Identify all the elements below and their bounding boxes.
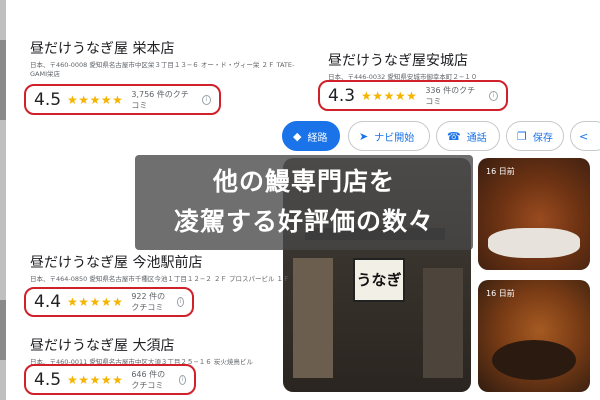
left-strip-segment (0, 40, 6, 120)
photo-age-badge: 16 日前 (486, 289, 515, 298)
star-rating-icon: ★★★★★ (67, 295, 124, 309)
food-photo-2[interactable]: 16 日前 (478, 280, 590, 392)
phone-icon: ☎ (447, 129, 461, 143)
review-count[interactable]: 922 件のクチコミ (131, 291, 171, 313)
share-icon: < (579, 129, 589, 143)
rating-score: 4.5 (34, 89, 62, 110)
save-label: 保存 (532, 132, 553, 144)
storefront-menu-board (423, 268, 463, 378)
save-button[interactable]: ❐ 保存 (506, 121, 564, 151)
place-name: 昼だけうなぎ屋 栄本店 (30, 41, 175, 57)
info-icon[interactable]: i (489, 90, 498, 101)
directions-button[interactable]: ◆ 経路 (282, 121, 340, 151)
rating-score: 4.4 (34, 292, 62, 312)
bookmark-icon: ❐ (517, 129, 527, 143)
caption-line-1: 他の鰻専門店を (212, 167, 395, 196)
place-card-sakae[interactable]: 昼だけうなぎ屋 栄本店 日本、〒460-0008 愛知県名古屋市中区栄３丁目１３… (30, 38, 300, 79)
info-icon[interactable]: i (201, 94, 211, 105)
info-icon[interactable]: i (177, 297, 184, 307)
place-address: 日本、〒460-0008 愛知県名古屋市中区栄３丁目１３−６ オー・ド・ヴィー栄… (30, 61, 295, 78)
place-card-imaike[interactable]: 昼だけうなぎ屋 今池駅前店 日本、〒464-0850 愛知県名古屋市千種区今池１… (30, 252, 290, 284)
place-card-anjo[interactable]: 昼だけうなぎ屋安城店 日本、〒446-0032 愛知県安城市御幸本町２−１０ (328, 50, 588, 82)
left-strip-segment (0, 300, 6, 360)
place-name: 昼だけうなぎ屋 大須店 (30, 338, 175, 354)
place-name: 昼だけうなぎ屋 今池駅前店 (30, 255, 203, 271)
review-count[interactable]: 336 件のクチコミ (425, 85, 483, 107)
storefront-sign: うなぎ (353, 258, 405, 302)
share-button[interactable]: < (570, 121, 600, 151)
storefront-wall (293, 258, 333, 378)
food-photo-1[interactable]: 16 日前 (478, 158, 590, 270)
rating-score: 4.3 (328, 85, 356, 106)
photo-age-badge: 16 日前 (486, 167, 515, 176)
rating-highlight: 4.3 ★★★★★ 336 件のクチコミ i (318, 80, 508, 111)
directions-icon: ◆ (293, 129, 302, 143)
caption-line-2: 凌駕する好評価の数々 (173, 207, 434, 236)
rice-bowl (488, 228, 580, 258)
directions-label: 経路 (307, 132, 328, 144)
place-address: 日本、〒464-0850 愛知県名古屋市千種区今池１丁目１２−２ ２Ｆ プロスパ… (30, 275, 290, 283)
start-navigation-button[interactable]: ➤ ナビ開始 (348, 121, 430, 151)
call-label: 通話 (466, 132, 487, 144)
rating-score: 4.5 (34, 369, 62, 390)
call-button[interactable]: ☎ 通話 (436, 121, 500, 151)
star-rating-icon: ★★★★★ (67, 372, 124, 387)
start-navigation-label: ナビ開始 (374, 132, 415, 144)
place-card-osu[interactable]: 昼だけうなぎ屋 大須店 日本、〒460-0011 愛知県名古屋市中区大須３丁目２… (30, 335, 290, 367)
review-count[interactable]: 3,756 件のクチコミ (131, 89, 196, 111)
eel-bowl (492, 340, 576, 380)
star-rating-icon: ★★★★★ (67, 92, 124, 107)
rating-highlight: 4.5 ★★★★★ 646 件のクチコミ i (24, 364, 196, 395)
star-rating-icon: ★★★★★ (361, 88, 418, 103)
info-icon[interactable]: i (178, 374, 186, 385)
caption-banner: 他の鰻専門店を 凌駕する好評価の数々 (135, 155, 473, 250)
place-name: 昼だけうなぎ屋安城店 (328, 53, 468, 69)
review-count[interactable]: 646 件のクチコミ (131, 369, 173, 391)
left-image-strip (0, 0, 6, 400)
navigation-arrow-icon: ➤ (359, 129, 369, 143)
rating-highlight: 4.4 ★★★★★ 922 件のクチコミ i (24, 287, 194, 317)
rating-highlight: 4.5 ★★★★★ 3,756 件のクチコミ i (24, 84, 221, 115)
